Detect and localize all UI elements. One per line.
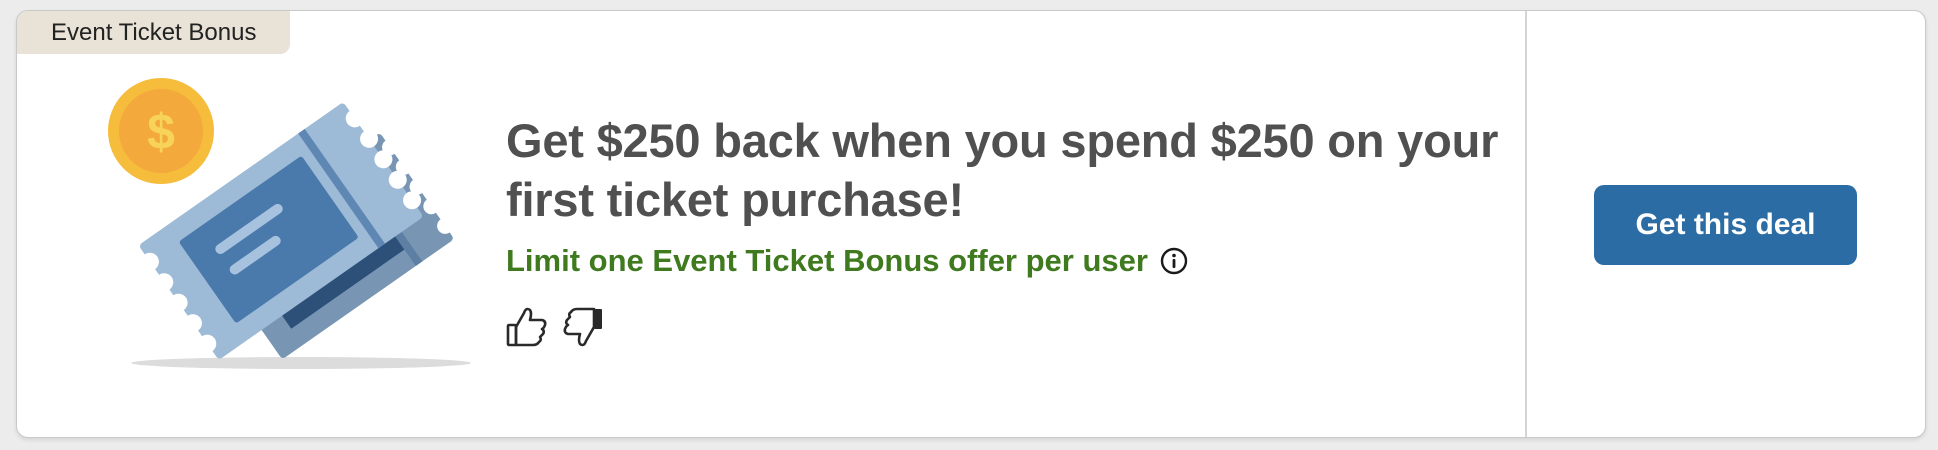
deal-category-badge: Event Ticket Bonus	[17, 11, 291, 54]
ticket-icon: $	[108, 78, 471, 369]
vote-row	[506, 305, 1506, 349]
limit-row: Limit one Event Ticket Bonus offer per u…	[506, 243, 1506, 279]
thumbs-down-icon[interactable]	[562, 305, 604, 349]
limit-text: Limit one Event Ticket Bonus offer per u…	[506, 243, 1148, 278]
coin-symbol: $	[147, 104, 175, 160]
deal-card: Event Ticket Bonus $ Get $250 back when …	[16, 10, 1926, 438]
get-deal-button[interactable]: Get this deal	[1594, 185, 1857, 265]
deal-content: Get $250 back when you spend $250 on you…	[506, 111, 1506, 349]
card-divider	[1525, 11, 1527, 437]
info-icon[interactable]	[1160, 247, 1188, 275]
coin-icon: $	[108, 78, 214, 184]
ticket-illustration: $	[101, 71, 481, 381]
thumbs-up-icon[interactable]	[506, 305, 548, 349]
deal-headline: Get $250 back when you spend $250 on you…	[506, 114, 1499, 226]
